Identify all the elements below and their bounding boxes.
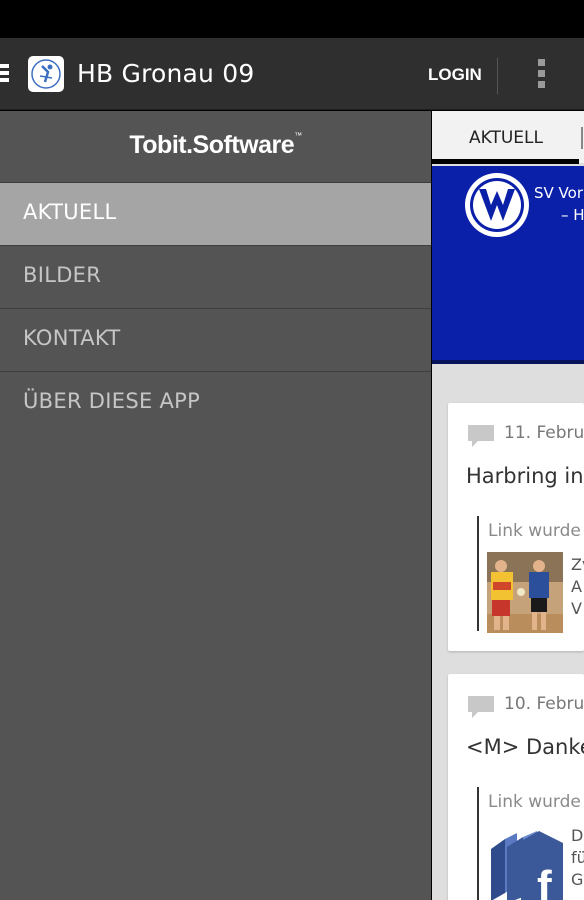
post-date: 10. Febru	[504, 694, 584, 714]
menu-icon[interactable]	[0, 64, 10, 84]
app-logo-icon[interactable]	[28, 56, 64, 92]
overflow-menu-icon[interactable]	[528, 56, 554, 96]
app-title: HB Gronau 09	[77, 59, 255, 88]
post-title[interactable]: Harbring in	[466, 464, 584, 488]
handball-photo-thumbnail	[487, 552, 563, 633]
tobit-software-logo: Tobit.Software™	[129, 131, 302, 159]
facebook-icon: f	[487, 823, 563, 900]
status-bar	[0, 0, 584, 38]
main-content: AKTUELL SV Vor – Ha 11. Febru Harbring i…	[432, 111, 584, 900]
banner-line-2: – Ha	[561, 206, 584, 224]
banner-line-1: SV Vor	[534, 184, 583, 202]
link-preview[interactable]: Link wurde f D fü G	[477, 787, 584, 900]
link-preview[interactable]: Link wurde Z A V	[477, 516, 584, 633]
drawer-item-label: ÜBER DIESE APP	[23, 389, 201, 413]
drawer-item-label: KONTAKT	[23, 326, 121, 350]
drawer-item-ueber-diese-app[interactable]: ÜBER DIESE APP	[0, 372, 431, 435]
svg-text:f: f	[537, 862, 552, 900]
tab-aktuell[interactable]: AKTUELL	[469, 128, 543, 148]
tab-indicator	[432, 159, 579, 164]
drawer-item-label: AKTUELL	[23, 200, 117, 224]
link-preview-text: D fü G	[571, 826, 584, 889]
login-button[interactable]: LOGIN	[414, 60, 496, 90]
header-banner: SV Vor – Ha	[432, 166, 584, 364]
drawer-item-aktuell[interactable]: AKTUELL	[0, 183, 431, 246]
post-title[interactable]: <M> Danke	[466, 735, 584, 759]
drawer-header: Tobit.Software™	[0, 111, 431, 183]
club-logo-icon	[465, 173, 529, 237]
comment-icon	[468, 696, 494, 718]
link-preview-label: Link wurde	[488, 521, 581, 541]
news-card[interactable]: 11. Febru Harbring in Link wurde Z A V	[448, 403, 584, 651]
drawer-item-label: BILDER	[23, 263, 102, 287]
navigation-drawer: Tobit.Software™ AKTUELL BILDER KONTAKT Ü…	[0, 111, 431, 900]
drawer-item-bilder[interactable]: BILDER	[0, 246, 431, 309]
post-date: 11. Febru	[504, 423, 584, 443]
action-bar-divider	[497, 58, 498, 94]
action-bar: HB Gronau 09 LOGIN	[0, 38, 584, 110]
drawer-item-kontakt[interactable]: KONTAKT	[0, 309, 431, 372]
tab-separator	[581, 127, 583, 149]
link-preview-text: Zv A V	[571, 555, 584, 618]
link-preview-label: Link wurde	[488, 792, 581, 812]
news-card[interactable]: 10. Febru <M> Danke Link wurde f D fü G	[448, 674, 584, 900]
comment-icon	[468, 425, 494, 447]
tab-strip: AKTUELL	[432, 111, 584, 164]
